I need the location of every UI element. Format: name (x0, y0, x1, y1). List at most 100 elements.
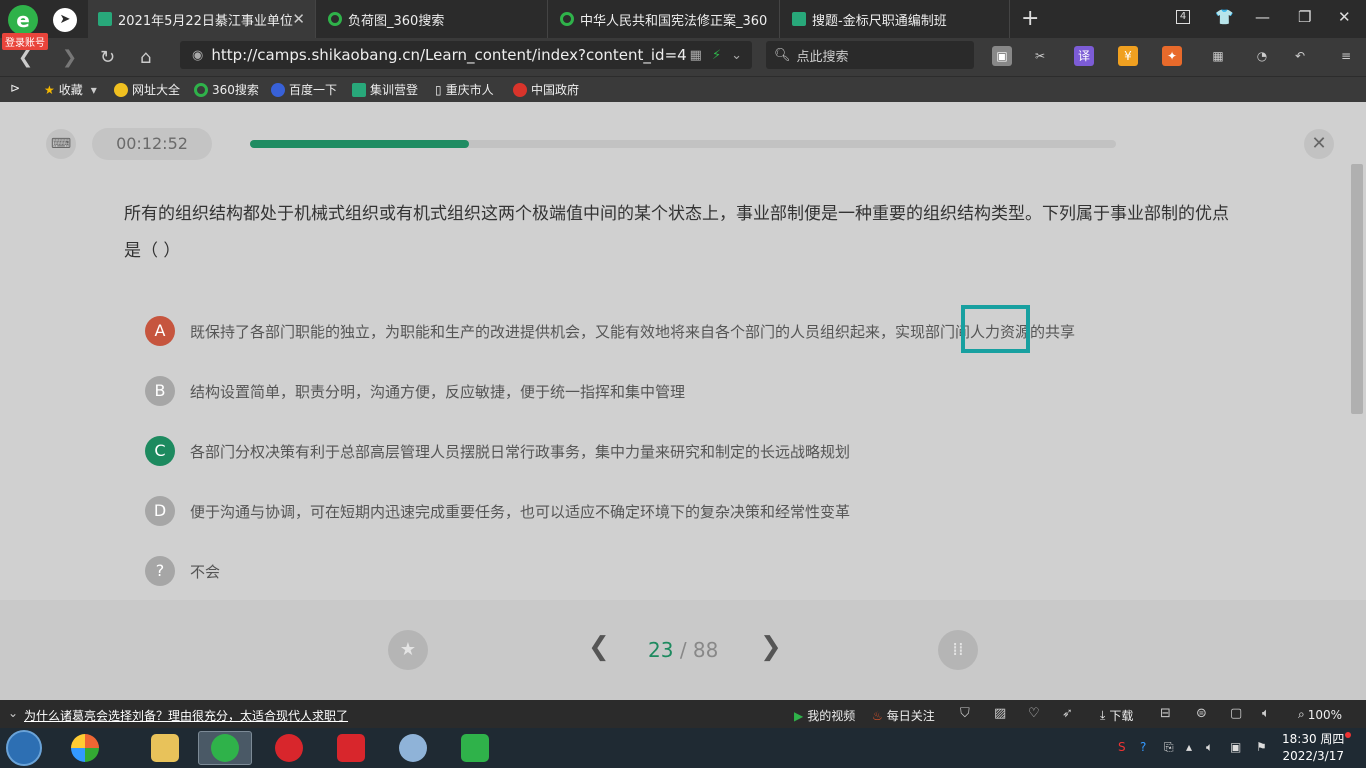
refresh-icon[interactable]: ↻ (100, 47, 115, 68)
news-link[interactable]: 为什么诸葛亮会选择刘备？理由很充分，太适合现代人求职了 (24, 707, 348, 724)
network-status-icon[interactable]: ▣ (1230, 740, 1241, 754)
option-letter: D (145, 496, 175, 526)
site-icon (114, 82, 128, 97)
bookmark-camp[interactable]: 集训营登 (352, 81, 418, 98)
option-dont-know[interactable]: ? 不会 (145, 556, 220, 586)
sidebar-toggle-icon[interactable]: ⊳ (10, 81, 20, 95)
bookmark-baidu[interactable]: 百度一下 (271, 81, 337, 98)
tab-count-icon[interactable]: 4 (1176, 10, 1190, 24)
menu-icon[interactable]: ≡ (1336, 46, 1356, 66)
taskbar-app-browser[interactable] (198, 731, 252, 765)
screenshot-scissors-icon[interactable]: ✂ (1030, 46, 1050, 66)
speed-mode-icon[interactable]: ⚡ (712, 48, 721, 63)
undo-icon[interactable]: ↶ (1290, 46, 1310, 66)
option-text: 既保持了各部门职能的独立，为职能和生产的改进提供机会，又能有效地将来自各个部门的… (190, 322, 1076, 341)
scrollbar[interactable] (1351, 164, 1363, 414)
sound-icon[interactable]: 🔈︎ (1262, 706, 1270, 721)
bookmark-chongqing[interactable]: ▯ 重庆市人 (435, 81, 494, 98)
bookmark-hao123[interactable]: 网址大全 (114, 81, 180, 98)
taskbar-app-wps[interactable] (324, 731, 378, 765)
browser-logo-icon[interactable]: e (8, 5, 38, 35)
progress-bar (250, 140, 1116, 148)
start-button[interactable] (6, 730, 42, 766)
taskbar-app-explorer[interactable] (138, 731, 192, 765)
sogou-input-icon[interactable]: S (1118, 740, 1126, 754)
next-question-button[interactable]: ❯ (760, 632, 782, 662)
emblem-icon (513, 82, 527, 97)
progress-fill (250, 140, 470, 148)
tab-2[interactable]: 负荷图_360搜索 (318, 0, 548, 38)
volume-icon[interactable]: 🔈︎ (1206, 740, 1213, 755)
action-center-icon[interactable]: ⚑ (1256, 740, 1267, 754)
zoom-button[interactable]: ⌕ 100% (1298, 707, 1342, 722)
window-icon[interactable]: ▢ (1230, 706, 1242, 721)
star-favorite-icon[interactable]: ★ (388, 630, 428, 670)
bottom-navigation: ★ ❮ 23 / 88 ❯ ⁞⁞ (0, 600, 1366, 700)
shopping-icon[interactable]: ¥ (1118, 46, 1138, 66)
option-b[interactable]: B 结构设置简单，职责分明，沟通方便，反应敏捷，便于统一指挥和集中管理 (145, 376, 685, 406)
navigation-icon[interactable]: ➤ (53, 8, 77, 32)
search-input[interactable]: 🔍︎ 点此搜索 (766, 41, 974, 69)
search-360-icon (560, 12, 574, 26)
tray-misc-icon[interactable]: ⎘ (1164, 740, 1174, 755)
apps-grid-icon[interactable]: ▦ (1208, 46, 1228, 66)
network-icon[interactable]: ⊟ (1160, 706, 1171, 721)
url-text[interactable]: http://camps.shikaobang.cn/Learn_content… (211, 46, 689, 64)
new-tab-button[interactable]: + (1021, 6, 1039, 31)
option-c[interactable]: C 各部门分权决策有利于总部高层管理人员摆脱日常行政事务，集中力量来研究和制定的… (145, 436, 850, 466)
shield-icon[interactable]: ⛉ (960, 706, 970, 721)
login-badge[interactable]: 登录账号 (2, 33, 48, 50)
bookmark-favorites[interactable]: ★ 收藏 ▾ (44, 81, 97, 98)
my-video-button[interactable]: ▶ 我的视频 (794, 707, 855, 724)
tab-3[interactable]: 中华人民共和国宪法修正案_360 (550, 0, 780, 38)
browser-mode-icon[interactable]: ⊜ (1196, 706, 1207, 721)
qr-code-icon[interactable]: ▦ (690, 48, 702, 63)
home-icon[interactable]: ⌂ (140, 47, 151, 68)
taskbar-app-media[interactable] (58, 731, 112, 765)
taskbar-app-music[interactable] (262, 731, 316, 765)
option-letter: B (145, 376, 175, 406)
question-text: 所有的组织结构都处于机械式组织或有机式组织这两个极端值中间的某个状态上，事业部制… (124, 204, 1229, 261)
forward-icon[interactable]: ❯ (62, 47, 77, 68)
minimize-button[interactable]: — (1255, 8, 1270, 26)
download-button[interactable]: ⤓ 下载 (1100, 707, 1133, 724)
back-icon[interactable]: ❮ (18, 47, 33, 68)
taskbar-app-wechat[interactable] (448, 731, 502, 765)
restore-button[interactable]: ❐ (1298, 8, 1311, 26)
video-icon: ▶ (794, 708, 804, 723)
chevron-down-icon[interactable]: ⌄ (8, 706, 18, 720)
option-a[interactable]: A 既保持了各部门职能的独立，为职能和生产的改进提供机会，又能有效地将来自各个部… (145, 316, 1075, 346)
wechat-icon (461, 734, 489, 762)
tab-1[interactable]: 2021年5月22日綦江事业单位 ✕ (88, 0, 316, 38)
wps-icon (337, 734, 365, 762)
bookmark-360search[interactable]: 360搜索 (194, 81, 259, 98)
window-close-button[interactable]: ✕ (1338, 8, 1351, 26)
taskbar-app-globe[interactable] (386, 731, 440, 765)
site-info-icon[interactable]: ◉ (192, 48, 203, 63)
url-input[interactable]: ◉ http://camps.shikaobang.cn/Learn_conte… (180, 41, 752, 69)
system-clock[interactable]: 18:30 周四 2022/3/17 (1282, 731, 1344, 765)
keyboard-icon[interactable]: ⌨ (46, 129, 76, 159)
history-icon[interactable]: ◔ (1252, 46, 1272, 66)
show-hidden-icon[interactable]: ▴ (1186, 740, 1192, 754)
total-pages: 88 (692, 638, 719, 662)
rocket-icon[interactable]: ➶ (1062, 706, 1073, 721)
daily-follow-button[interactable]: ♨ 每日关注 (872, 707, 935, 724)
help-icon[interactable]: ? (1140, 740, 1146, 754)
option-d[interactable]: D 便于沟通与协调，可在短期内迅速完成重要任务，也可以适应不确定环境下的复杂决策… (145, 496, 850, 526)
skin-icon[interactable]: 👕 (1215, 8, 1234, 26)
health-icon[interactable]: ♡ (1028, 706, 1040, 721)
translate-icon[interactable]: 译 (1074, 46, 1094, 66)
game-icon[interactable]: ✦ (1162, 46, 1182, 66)
reader-icon[interactable]: ▣ (992, 46, 1012, 66)
bookmark-gov[interactable]: 中国政府 (513, 81, 579, 98)
url-dropdown-icon[interactable]: ⌄ (731, 48, 742, 63)
bookmarks-bar: ⊳ ★ 收藏 ▾ 网址大全 360搜索 百度一下 集训营登 ▯ 重庆市人 中国政… (0, 76, 1366, 102)
prev-question-button[interactable]: ❮ (588, 632, 610, 662)
close-tab-icon[interactable]: ✕ (292, 10, 305, 28)
status-bar: ⌄ 为什么诸葛亮会选择刘备？理由很充分，太适合现代人求职了 ▶ 我的视频 ♨ 每… (0, 700, 1366, 728)
tab-4[interactable]: 搜题-金标尺职通编制班 (782, 0, 1010, 38)
answer-sheet-grid-icon[interactable]: ⁞⁞ (938, 630, 978, 670)
image-icon[interactable]: ▨ (994, 706, 1006, 721)
close-quiz-button[interactable]: ✕ (1304, 129, 1334, 159)
